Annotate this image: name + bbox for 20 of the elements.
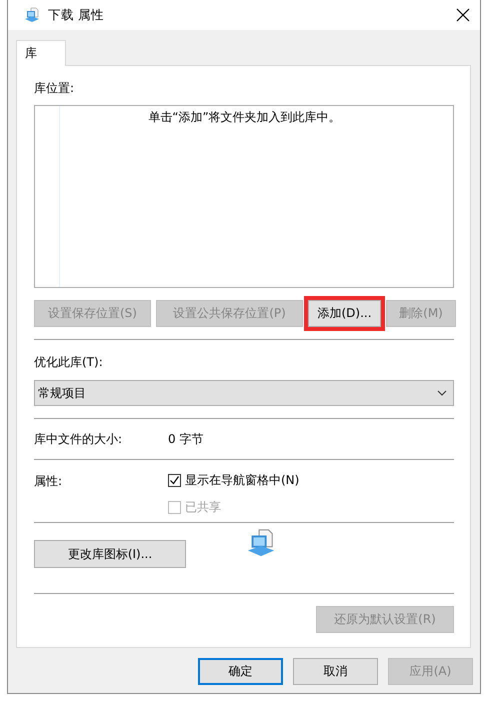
chevron-down-icon: [437, 390, 447, 396]
window-title: 下载 属性: [48, 6, 105, 24]
checkbox-label: 显示在导航窗格中(N): [185, 472, 300, 489]
list-hint: 单击“添加”将文件夹加入到此库中。: [147, 109, 342, 126]
change-icon-button[interactable]: 更改库图标(I)...: [34, 540, 186, 568]
checkbox-label: 已共享: [185, 499, 221, 516]
dialog-button[interactable]: 确定: [198, 658, 283, 685]
location-list[interactable]: 单击“添加”将文件夹加入到此库中。: [34, 105, 454, 288]
library-icon: [24, 7, 40, 23]
field-label: 库中文件的大小:: [34, 430, 124, 448]
size-value: 0 字节: [168, 430, 204, 448]
dialog-button[interactable]: 取消: [293, 658, 378, 685]
field-label: 属性:: [34, 473, 64, 490]
optimize-dropdown[interactable]: 常规项目: [34, 380, 454, 406]
library-icon: [246, 528, 276, 558]
checkbox[interactable]: [168, 474, 181, 487]
field-label: 库位置:: [34, 80, 76, 97]
close-icon[interactable]: [456, 8, 470, 22]
field-label: 优化此库(T):: [34, 354, 104, 371]
tab[interactable]: 库: [16, 40, 66, 66]
